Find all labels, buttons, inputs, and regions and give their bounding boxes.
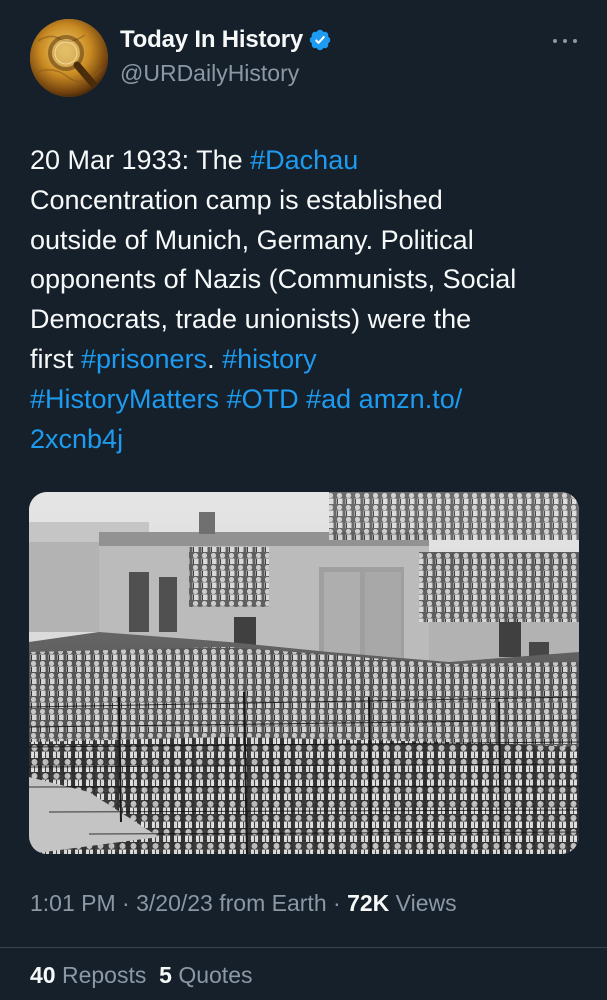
tweet-text-line: opponents of Nazis (Communists, Social [30, 260, 585, 300]
tweet-text-segment [219, 384, 227, 414]
more-options-icon[interactable] [553, 29, 577, 53]
tweet-time[interactable]: 1:01 PM [30, 890, 116, 916]
tweet-source: from Earth [212, 890, 327, 916]
reposts-count[interactable]: 40 [30, 962, 56, 988]
tweet-text-segment: Democrats, trade unionists) were the [30, 304, 472, 335]
engagement-stats: 40 Reposts 5 Quotes [30, 962, 252, 989]
tweet-text-line: Concentration camp is established [30, 181, 585, 221]
hashtag-link[interactable]: #ad [306, 384, 351, 414]
magnifying-glass-icon [30, 19, 108, 97]
tweet-date[interactable]: 3/20/23 [136, 890, 213, 916]
hashtag-link[interactable]: #prisoners [81, 344, 207, 374]
tweet-text-segment [351, 384, 359, 414]
verified-badge-icon[interactable] [308, 28, 332, 52]
tweet-text-line: #HistoryMatters #OTD #ad amzn.to/ [30, 380, 585, 420]
divider [0, 947, 607, 948]
views-count[interactable]: 72K [347, 890, 389, 916]
tweet-text-line: outside of Munich, Germany. Political [30, 221, 585, 261]
tweet-text-segment: outside of Munich, Germany. Political [30, 224, 474, 255]
tweet-text-line: 2xcnb4j [30, 420, 585, 460]
hashtag-link[interactable]: #history [222, 344, 317, 374]
author-display-name[interactable]: Today In History [120, 26, 303, 54]
quotes-count[interactable]: 5 [159, 962, 172, 988]
author-handle[interactable]: @URDailyHistory [120, 60, 299, 87]
tweet-text-line: first #prisoners. #history [30, 340, 585, 380]
tweet-meta: 1:01 PM · 3/20/23 from Earth · 72K Views [30, 890, 457, 916]
views-label[interactable]: Views [389, 890, 457, 916]
tweet-image[interactable] [29, 492, 579, 854]
hashtag-link[interactable]: #HistoryMatters [30, 384, 219, 414]
tweet-text-line: Democrats, trade unionists) were the [30, 300, 585, 340]
tweet-text-segment: . [207, 343, 223, 374]
tweet-detail: Today In History @URDailyHistory 20 Mar … [0, 0, 607, 1000]
hashtag-link[interactable]: #OTD [227, 384, 299, 414]
tweet-text-segment: 20 Mar 1933: The [30, 145, 251, 175]
reposts-label[interactable]: Reposts [56, 962, 146, 988]
tweet-text-segment: first [30, 343, 81, 374]
url-link[interactable]: 2xcnb4j [30, 424, 123, 454]
hashtag-link[interactable]: #Dachau [250, 145, 358, 175]
tweet-text-segment: opponents of Nazis (Communists, Social [30, 264, 517, 295]
tweet-text-segment [299, 384, 307, 414]
author-avatar[interactable] [30, 19, 108, 97]
url-link[interactable]: amzn.to/ [359, 384, 463, 414]
tweet-text: 20 Mar 1933: The #Dachau Concentration ca… [30, 141, 585, 459]
tweet-text-segment: Concentration camp is established [30, 184, 443, 215]
tweet-text-line: 20 Mar 1933: The #Dachau [30, 141, 585, 181]
quotes-label[interactable]: Quotes [172, 962, 252, 988]
prisoners-photo [29, 492, 579, 854]
